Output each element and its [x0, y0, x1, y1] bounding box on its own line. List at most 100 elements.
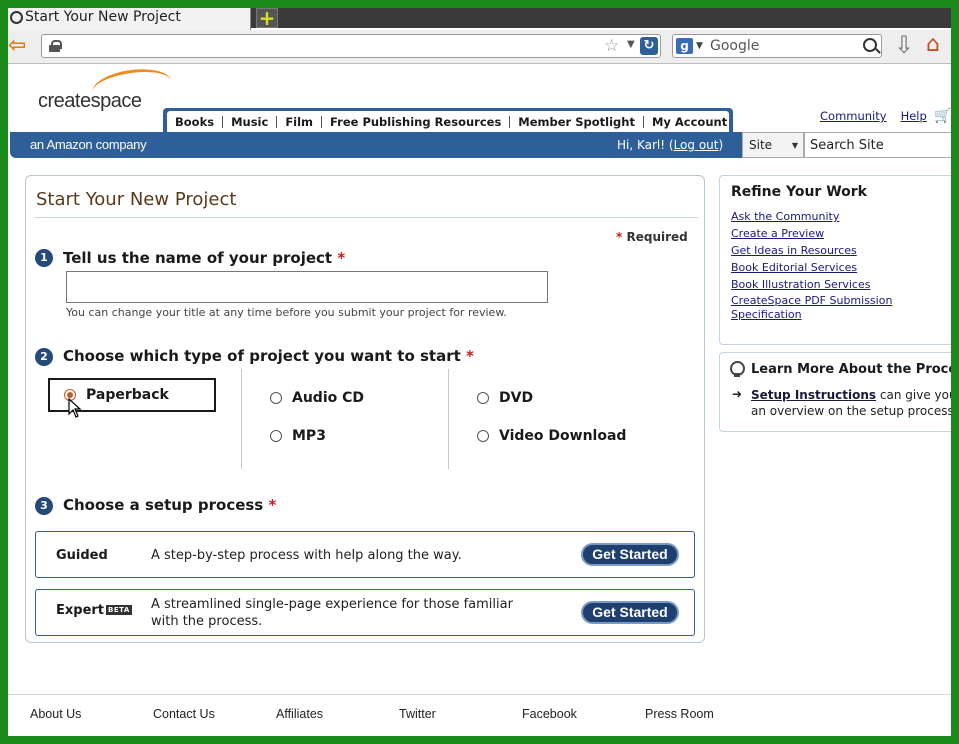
- navigation-toolbar: ⇦ ☆ ▼ ↻ g ▼ Google ⇩ ⌂: [8, 30, 951, 64]
- project-name-input[interactable]: [66, 271, 548, 303]
- search-icon[interactable]: [863, 38, 877, 52]
- refine-your-work-box: Refine Your Work Ask the Community Creat…: [719, 175, 951, 345]
- tab-start-new-project[interactable]: Start Your New Project: [8, 8, 251, 30]
- new-project-panel: Start Your New Project * Required 1 Tell…: [25, 175, 705, 643]
- dvd-radio[interactable]: [477, 392, 489, 404]
- expert-desc-line2: with the process.: [151, 614, 263, 629]
- amazon-company-tagline: an Amazon company: [30, 137, 147, 152]
- pdf-submission-link[interactable]: CreateSpace PDF Submission: [731, 294, 951, 308]
- ask-community-link[interactable]: Ask the Community: [731, 208, 951, 225]
- step-3-label: Choose a setup process *: [63, 496, 276, 514]
- required-label: Required: [626, 230, 688, 244]
- logout-link[interactable]: Log out: [674, 138, 719, 152]
- tab-title: Start Your New Project: [25, 9, 181, 25]
- step-1-label: Tell us the name of your project *: [63, 249, 345, 267]
- refine-title: Refine Your Work: [731, 184, 867, 200]
- footer-press-room[interactable]: Press Room: [645, 707, 714, 721]
- footer-affiliates[interactable]: Affiliates: [276, 707, 323, 721]
- google-engine-icon[interactable]: g: [676, 38, 693, 54]
- reload-icon[interactable]: ↻: [640, 37, 658, 55]
- home-icon[interactable]: ⌂: [926, 34, 951, 58]
- history-dropdown-icon[interactable]: ▼: [627, 39, 635, 50]
- pdf-specification-link[interactable]: Specification: [731, 308, 951, 322]
- mp3-label: MP3: [292, 428, 326, 444]
- step-3-text: Choose a setup process: [63, 496, 264, 514]
- createspace-favicon-icon: [10, 11, 23, 24]
- editorial-services-link[interactable]: Book Editorial Services: [731, 259, 951, 276]
- lightbulb-icon: [730, 361, 745, 378]
- option-dvd[interactable]: DVD: [477, 390, 533, 406]
- back-arrow-icon[interactable]: ⇦: [8, 35, 32, 58]
- audio-cd-radio[interactable]: [270, 392, 282, 404]
- expert-label: Expert: [56, 603, 105, 618]
- logo-wordmark: createspace: [38, 90, 142, 112]
- nav-books[interactable]: Books: [167, 115, 224, 128]
- tab-bar: Start Your New Project +: [8, 8, 951, 30]
- guided-setup-box: Guided A step-by-step process with help …: [35, 531, 695, 578]
- expert-desc-line1: A streamlined single-page experience for…: [151, 597, 513, 612]
- mp3-radio[interactable]: [270, 430, 282, 442]
- learn-more-box: Learn More About the Process ➜ Setup Ins…: [719, 352, 951, 432]
- setup-instructions-link[interactable]: Setup Instructions: [751, 388, 876, 402]
- nav-my-account[interactable]: My Account: [644, 116, 735, 128]
- help-link[interactable]: Help: [901, 109, 927, 123]
- beta-badge: BETA: [106, 605, 132, 615]
- footer-twitter[interactable]: Twitter: [399, 707, 436, 721]
- guided-description: A step-by-step process with help along t…: [151, 548, 462, 563]
- audio-cd-label: Audio CD: [292, 390, 365, 406]
- cart-icon[interactable]: 🛒: [934, 108, 951, 124]
- footer-contact-us[interactable]: Contact Us: [153, 707, 215, 721]
- step-2-badge: 2: [35, 348, 53, 366]
- title-divider: [34, 217, 698, 218]
- refine-links: Ask the Community Create a Preview Get I…: [731, 208, 951, 322]
- option-mp3[interactable]: MP3: [270, 428, 326, 444]
- page-title: Start Your New Project: [36, 189, 237, 210]
- step-1-required-star: *: [337, 249, 346, 267]
- nav-film[interactable]: Film: [277, 115, 323, 128]
- step-1-text: Tell us the name of your project: [63, 249, 333, 267]
- arrow-right-icon: ➜: [732, 387, 743, 401]
- createspace-logo[interactable]: createspace: [34, 64, 174, 120]
- nav-free-publishing-resources[interactable]: Free Publishing Resources: [322, 115, 511, 128]
- video-download-radio[interactable]: [477, 430, 489, 442]
- option-column-divider: [448, 369, 449, 469]
- engine-dropdown-icon[interactable]: ▼: [696, 41, 703, 51]
- footer-about-us[interactable]: About Us: [30, 707, 81, 721]
- new-tab-button[interactable]: +: [256, 8, 278, 28]
- step-3-required-star: *: [268, 496, 277, 514]
- site-search-input[interactable]: Search Site: [804, 132, 951, 158]
- user-greeting: Hi, Karl! (Log out): [617, 138, 723, 152]
- greeting-text: Hi, Karl! (: [617, 138, 674, 152]
- learn-more-title: Learn More About the Process: [751, 362, 951, 377]
- dvd-label: DVD: [499, 390, 534, 406]
- expert-get-started-button[interactable]: Get Started: [581, 601, 679, 624]
- search-scope-select[interactable]: Site: [742, 132, 804, 158]
- step-2-required-star: *: [466, 347, 474, 365]
- step-2-text: Choose which type of project you want to…: [63, 347, 461, 365]
- utility-links: Community Help: [820, 109, 927, 123]
- browser-search-bar[interactable]: g ▼ Google: [672, 34, 882, 58]
- download-arrow-icon[interactable]: ⇩: [894, 33, 916, 58]
- guided-get-started-button[interactable]: Get Started: [581, 543, 679, 566]
- footer-facebook[interactable]: Facebook: [522, 707, 577, 721]
- expert-setup-box: Expert BETA A streamlined single-page exp…: [35, 589, 695, 636]
- video-download-label: Video Download: [499, 428, 627, 444]
- footer-divider: [8, 694, 951, 695]
- illustration-services-link[interactable]: Book Illustration Services: [731, 276, 951, 293]
- main-nav: Books Music Film Free Publishing Resourc…: [163, 108, 733, 132]
- nav-member-spotlight[interactable]: Member Spotlight: [510, 115, 644, 128]
- create-preview-link[interactable]: Create a Preview: [731, 225, 951, 242]
- lock-icon: [49, 40, 62, 52]
- required-star: *: [616, 230, 623, 244]
- search-engine-placeholder: Google: [710, 38, 760, 54]
- paperback-label: Paperback: [86, 387, 169, 403]
- community-link[interactable]: Community: [820, 109, 887, 123]
- browser-window: Start Your New Project + ⇦ ☆ ▼ ↻ g ▼ Goo…: [8, 8, 951, 736]
- nav-music[interactable]: Music: [223, 115, 278, 128]
- option-audio-cd[interactable]: Audio CD: [270, 390, 364, 406]
- get-ideas-link[interactable]: Get Ideas in Resources: [731, 242, 951, 259]
- url-bar[interactable]: ☆ ▼ ↻: [41, 34, 661, 58]
- step-3-badge: 3: [35, 497, 53, 515]
- option-video-download[interactable]: Video Download: [477, 428, 626, 444]
- bookmark-star-icon[interactable]: ☆: [604, 36, 619, 56]
